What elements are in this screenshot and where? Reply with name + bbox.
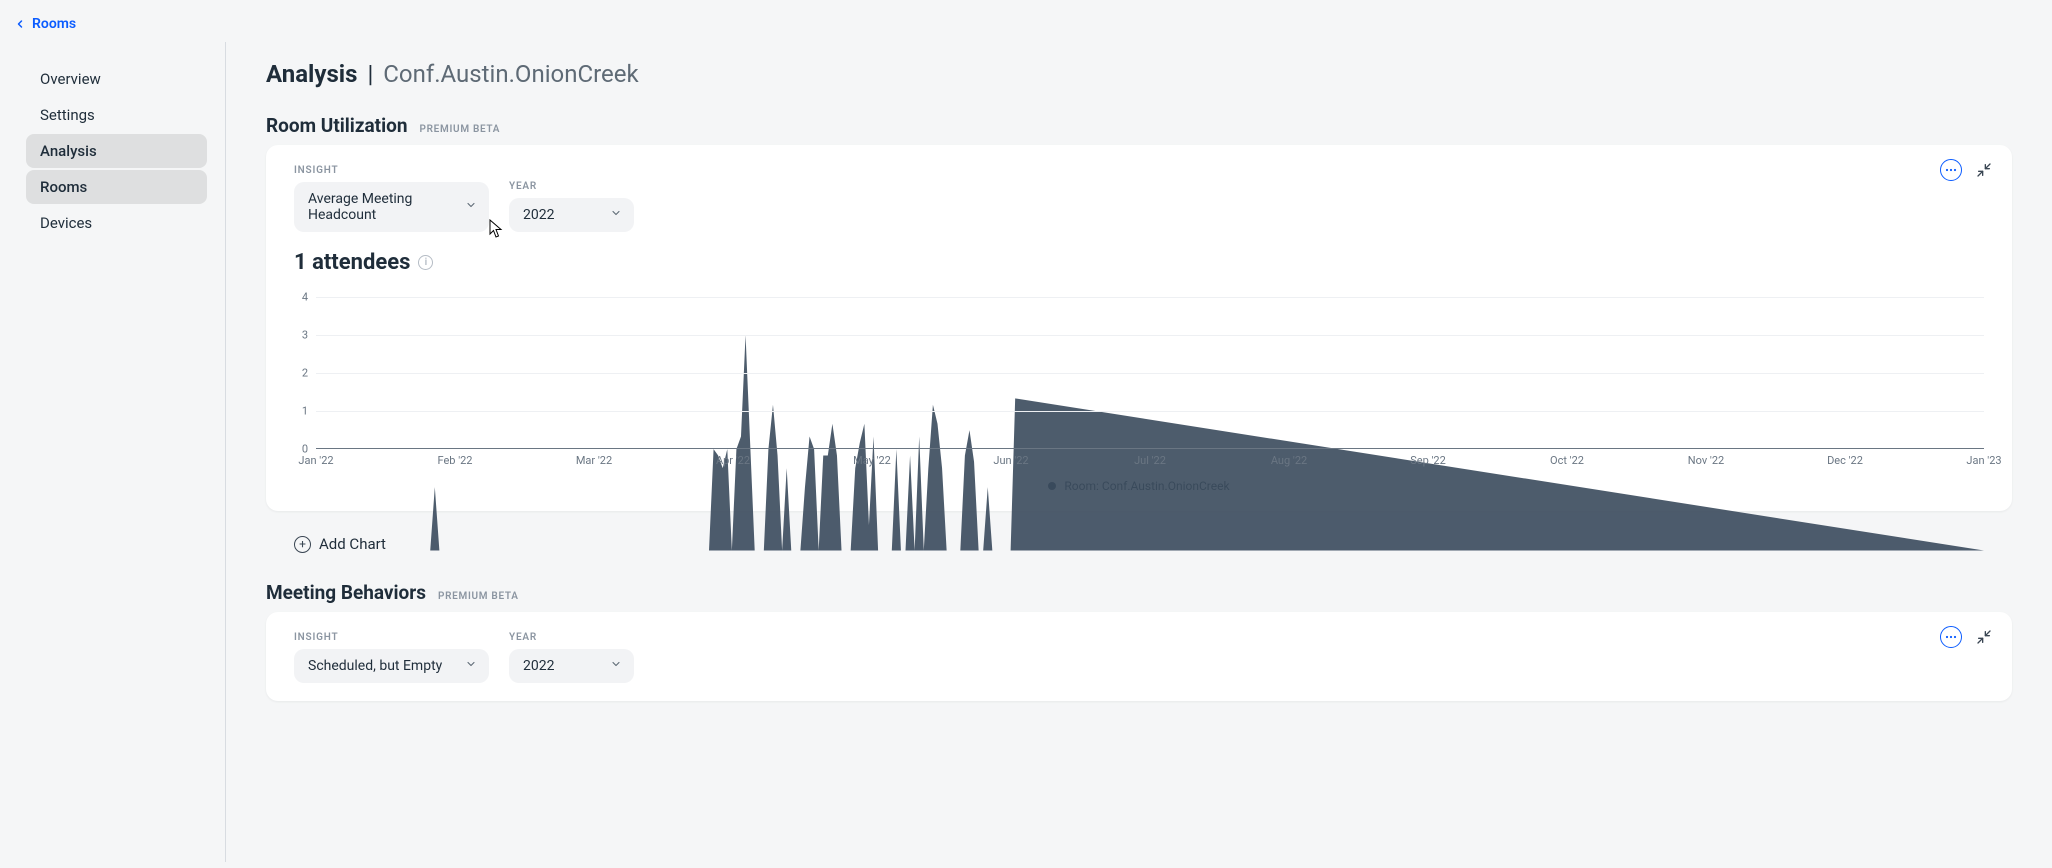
page-title-separator: | [363, 60, 377, 88]
x-tick: Feb '22 [437, 454, 472, 467]
x-tick: Apr '22 [716, 454, 750, 467]
x-tick: Nov '22 [1688, 454, 1724, 467]
y-tick: 1 [302, 405, 308, 418]
collapse-button[interactable] [1976, 629, 1992, 645]
insight-select-value: Average Meeting Headcount [308, 191, 412, 223]
insight-label: INSIGHT [294, 632, 489, 643]
ellipsis-icon [1940, 626, 1962, 648]
more-menu-button[interactable] [1940, 626, 1962, 648]
y-tick: 4 [302, 291, 308, 304]
page-title: Analysis | Conf.Austin.OnionCreek [266, 60, 2012, 88]
main-content: Analysis | Conf.Austin.OnionCreek Room U… [226, 42, 2052, 709]
sidebar-item-analysis[interactable]: Analysis [26, 134, 207, 168]
x-tick: Jul '22 [1134, 454, 1166, 467]
x-tick: Jan '22 [298, 454, 333, 467]
year-select[interactable]: 2022 [509, 198, 634, 232]
more-menu-button[interactable] [1940, 159, 1962, 181]
premium-beta-badge: PREMIUM BETA [420, 124, 501, 135]
sidebar-item-devices[interactable]: Devices [26, 206, 207, 240]
chevron-down-icon [465, 658, 477, 674]
insight-select[interactable]: Average Meeting Headcount [294, 182, 489, 232]
x-tick: Jun '22 [993, 454, 1028, 467]
chevron-down-icon [610, 207, 622, 223]
x-tick: Sep '22 [1410, 454, 1446, 467]
sidebar-item-settings[interactable]: Settings [26, 98, 207, 132]
chevron-down-icon [610, 658, 622, 674]
section-title-meeting-behaviors: Meeting Behaviors [266, 581, 426, 604]
y-tick: 2 [302, 367, 308, 380]
year-select-value: 2022 [523, 207, 554, 223]
year-label: YEAR [509, 181, 634, 192]
x-tick: May '22 [853, 454, 891, 467]
info-icon[interactable]: i [418, 255, 433, 270]
y-tick: 3 [302, 329, 308, 342]
x-tick: Aug '22 [1271, 454, 1307, 467]
page-title-prefix: Analysis [266, 60, 357, 88]
insight-select-value: Scheduled, but Empty [308, 658, 442, 674]
x-tick: Jan '23 [1966, 454, 2001, 467]
year-select[interactable]: 2022 [509, 649, 634, 683]
year-select-value: 2022 [523, 658, 554, 674]
x-tick: Oct '22 [1550, 454, 1584, 467]
sidebar: Overview Settings Analysis Rooms Devices [0, 42, 225, 242]
metric-attendees: 1 attendees [294, 250, 410, 275]
back-chevron-icon[interactable] [14, 18, 26, 30]
breadcrumb-rooms-link[interactable]: Rooms [32, 16, 76, 32]
year-label: YEAR [509, 632, 634, 643]
sidebar-item-rooms[interactable]: Rooms [26, 170, 207, 204]
sidebar-item-overview[interactable]: Overview [26, 62, 207, 96]
insight-label: INSIGHT [294, 165, 489, 176]
x-tick: Dec '22 [1827, 454, 1863, 467]
plus-icon: + [294, 536, 311, 553]
headcount-chart: 01234 Jan '22Feb '22Mar '22Apr '22May '2… [294, 297, 1984, 493]
page-title-room: Conf.Austin.OnionCreek [383, 60, 638, 88]
collapse-icon [1976, 629, 1992, 645]
collapse-icon [1976, 162, 1992, 178]
x-tick: Mar '22 [576, 454, 612, 467]
chevron-down-icon [465, 199, 477, 215]
room-utilization-card: INSIGHT Average Meeting Headcount YEAR 2… [266, 145, 2012, 511]
section-title-room-utilization: Room Utilization [266, 114, 408, 137]
insight-select[interactable]: Scheduled, but Empty [294, 649, 489, 683]
premium-beta-badge: PREMIUM BETA [438, 591, 519, 602]
ellipsis-icon [1940, 159, 1962, 181]
collapse-button[interactable] [1976, 162, 1992, 178]
meeting-behaviors-card: INSIGHT Scheduled, but Empty YEAR 2022 [266, 612, 2012, 701]
